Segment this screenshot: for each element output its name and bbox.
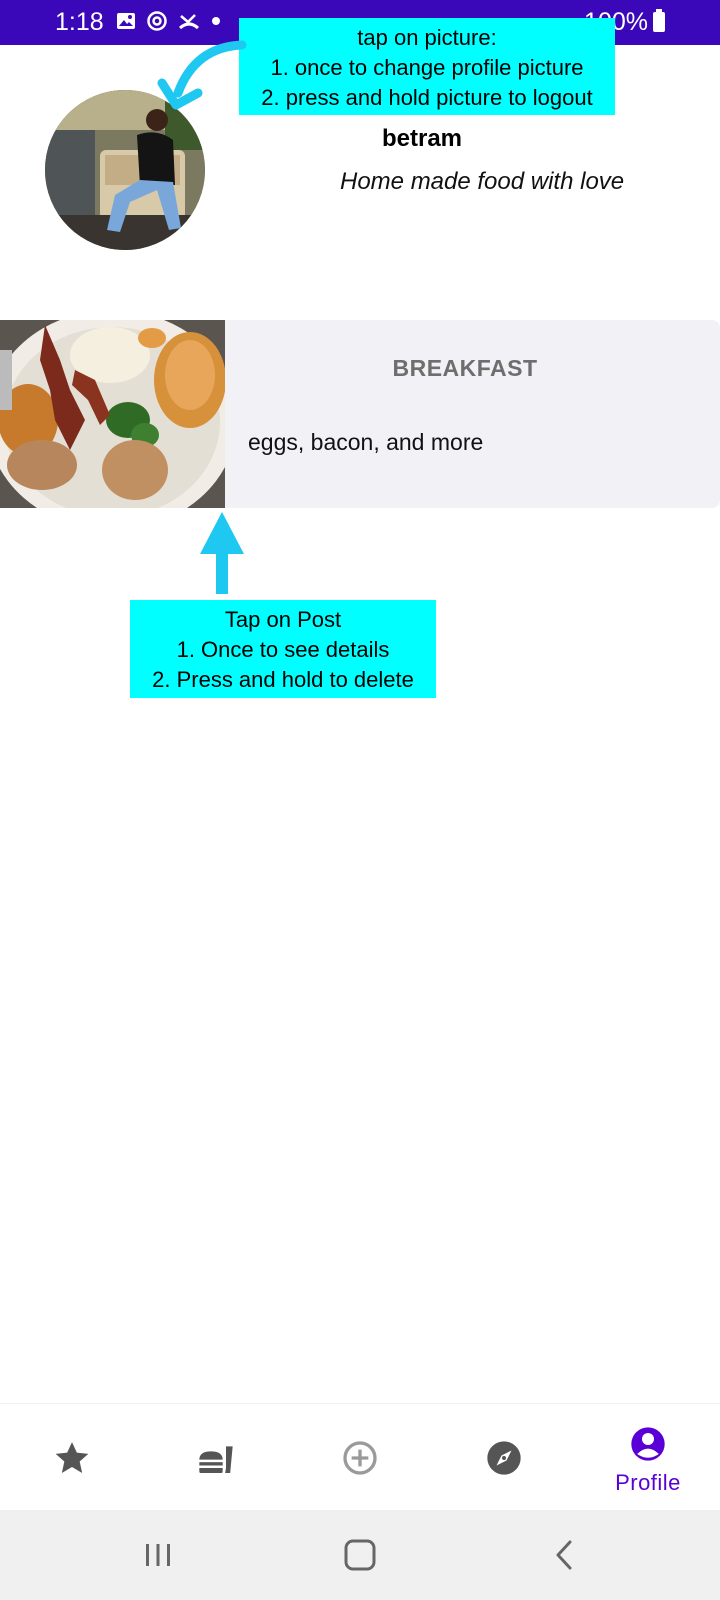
- nav-item-food[interactable]: [144, 1404, 288, 1511]
- nav-label-profile: Profile: [615, 1470, 681, 1495]
- system-navigation-bar: [0, 1510, 720, 1600]
- breakfast-photo: [0, 320, 225, 508]
- post-description: eggs, bacon, and more: [248, 429, 484, 455]
- missed-call-icon: [179, 14, 199, 30]
- profile-picture-tip: tap on picture: 1. once to change profil…: [239, 18, 615, 115]
- gallery-icon: [117, 13, 135, 29]
- add-circle-icon: [343, 1441, 377, 1475]
- tip-line: 2. Press and hold to delete: [152, 667, 414, 692]
- nav-item-add[interactable]: [288, 1404, 432, 1511]
- status-time: 1:18: [55, 8, 104, 36]
- tip-line: 1. Once to see details: [176, 637, 390, 662]
- bottom-navigation: Profile: [0, 1403, 720, 1511]
- up-arrow-icon: [200, 512, 244, 594]
- tip-line: Tap on Post: [224, 607, 342, 632]
- explore-icon: [487, 1441, 521, 1475]
- home-button[interactable]: [335, 1530, 385, 1580]
- account-circle-icon: [631, 1427, 665, 1461]
- post-card[interactable]: BREAKFAST eggs, bacon, and more: [0, 320, 720, 508]
- home-icon: [344, 1539, 376, 1571]
- notification-dot-icon: [212, 17, 220, 25]
- tip-line: 1. once to change profile picture: [270, 55, 584, 80]
- back-icon: [556, 1540, 572, 1570]
- nav-item-favorites[interactable]: [0, 1404, 144, 1511]
- recent-apps-button[interactable]: [133, 1530, 183, 1580]
- back-button[interactable]: [540, 1530, 590, 1580]
- post-image: [0, 320, 225, 508]
- curved-arrow-icon: [157, 40, 247, 110]
- post-tip: Tap on Post 1. Once to see details 2. Pr…: [130, 600, 436, 698]
- profile-username: betram: [381, 125, 463, 152]
- tip-line: tap on picture:: [357, 25, 497, 50]
- post-title: BREAKFAST: [392, 355, 538, 381]
- nav-item-profile[interactable]: Profile: [576, 1404, 720, 1511]
- battery-icon: [653, 9, 665, 32]
- fastfood-icon: [199, 1439, 233, 1473]
- sync-icon: [147, 11, 167, 31]
- nav-item-explore[interactable]: [432, 1404, 576, 1511]
- recent-apps-icon: [146, 1544, 170, 1566]
- profile-tagline: Home made food with love: [340, 168, 625, 195]
- tip-line: 2. press and hold picture to logout: [261, 85, 593, 110]
- star-icon: [55, 1442, 89, 1473]
